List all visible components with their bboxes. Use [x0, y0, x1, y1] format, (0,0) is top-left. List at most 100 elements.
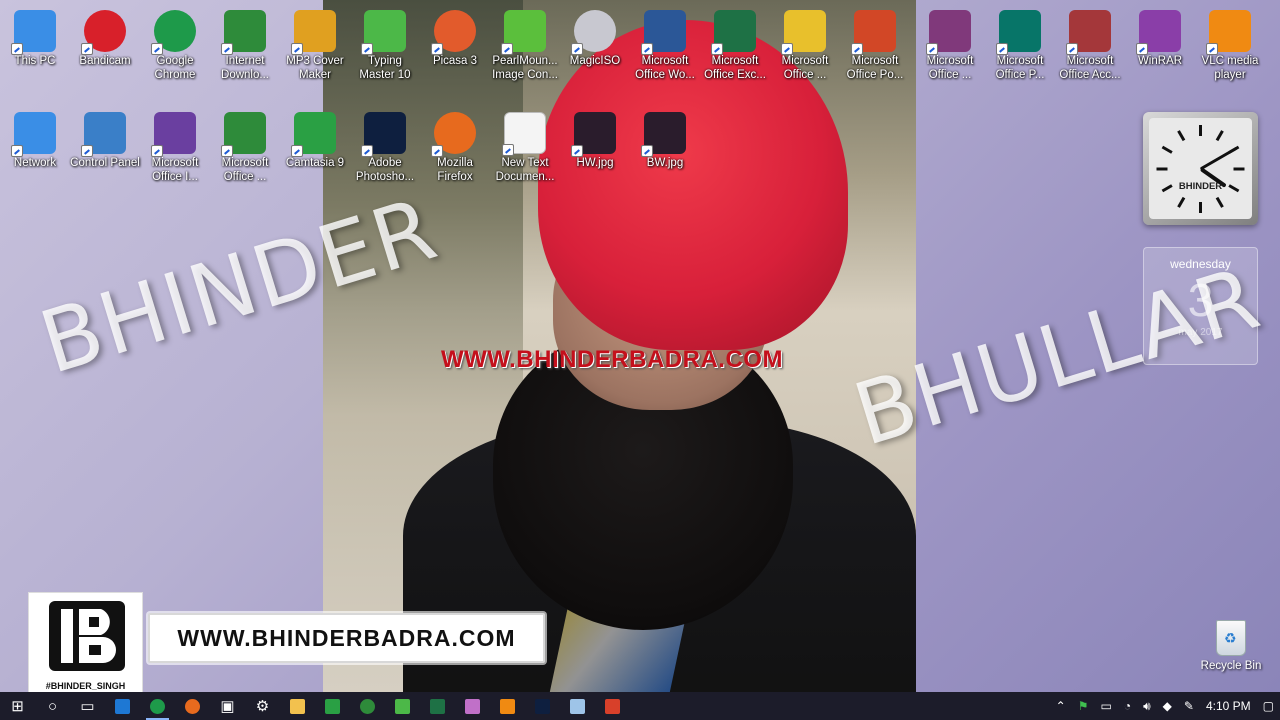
task-view-button[interactable]: ▭ — [70, 692, 105, 720]
typing-master-icon — [361, 10, 406, 55]
desktop-icon[interactable]: Google Chrome — [140, 2, 210, 82]
edge-button[interactable] — [105, 692, 140, 720]
desktop-icon[interactable]: MP3 Cover Maker — [280, 2, 350, 82]
clock-tick — [1215, 196, 1224, 208]
camtasia-recorder-button[interactable] — [595, 692, 630, 720]
desktop-icon[interactable]: WinRAR — [1125, 2, 1195, 68]
shortcut-arrow-icon — [641, 145, 653, 157]
desktop-icon-label: MagicISO — [569, 55, 621, 67]
desktop-icon[interactable]: PearlMoun... Image Con... — [490, 2, 560, 82]
chevron-up-icon[interactable]: ⌃ — [1056, 699, 1066, 713]
camtasia-button[interactable] — [315, 692, 350, 720]
desktop-icon[interactable]: Microsoft Office P... — [985, 2, 1055, 82]
clock-tick — [1215, 129, 1224, 141]
desktop-icon[interactable]: Bandicam — [70, 2, 140, 68]
clock-gadget[interactable]: BHINDER — [1143, 112, 1258, 225]
pen-icon[interactable]: ✎ — [1184, 699, 1194, 713]
calendar-day-of-week: wednesday — [1170, 257, 1231, 271]
desktop-icon-label: Picasa 3 — [432, 55, 478, 67]
shield-icon[interactable]: ◆ — [1163, 699, 1172, 713]
desktop-icon[interactable]: Network — [0, 104, 70, 170]
volume-icon[interactable]: 🔊︎ — [1143, 699, 1151, 714]
desktop-icon-label: Network — [13, 157, 57, 169]
firefox-button[interactable] — [175, 692, 210, 720]
access-icon — [1066, 10, 1111, 55]
desktop-icon[interactable]: Microsoft Office ... — [915, 2, 985, 82]
desktop-icon[interactable]: MagicISO — [560, 2, 630, 68]
desktop-icon-label: Microsoft Office ... — [781, 55, 829, 81]
desktop-icon[interactable]: Control Panel — [70, 104, 140, 170]
idm-button[interactable] — [350, 692, 385, 720]
desktop-icon[interactable]: Microsoft Office Exc... — [700, 2, 770, 82]
desktop-icon-label: Microsoft Office Acc... — [1059, 55, 1121, 81]
chrome-button[interactable] — [140, 692, 175, 720]
desktop-icon-label: VLC media player — [1201, 55, 1259, 81]
typing-master-button[interactable] — [385, 692, 420, 720]
desktop-icon[interactable]: Microsoft Office Wo... — [630, 2, 700, 82]
desktop-icon[interactable]: Microsoft Office Po... — [840, 2, 910, 82]
paint-button[interactable] — [455, 692, 490, 720]
start-button[interactable]: ⊞ — [0, 692, 35, 720]
photoshop-button[interactable] — [525, 692, 560, 720]
desktop-icon[interactable]: New Text Documen... — [490, 104, 560, 184]
shortcut-arrow-icon — [1206, 43, 1218, 55]
desktop-icon[interactable]: Picasa 3 — [420, 2, 490, 68]
cortana-button[interactable]: ○ — [35, 692, 70, 720]
desktop-icon[interactable]: Mozilla Firefox — [420, 104, 490, 184]
chrome-icon — [150, 698, 165, 714]
firefox-icon — [431, 112, 476, 157]
shortcut-arrow-icon — [221, 145, 233, 157]
desktop-icon[interactable]: Camtasia 9 — [280, 104, 350, 170]
notepad-button[interactable] — [560, 692, 595, 720]
desktop-icon[interactable]: Adobe Photosho... — [350, 104, 420, 184]
calendar-gadget[interactable]: wednesday 3 may 2017 — [1143, 247, 1258, 365]
clock-time[interactable]: 4:10 PM — [1206, 699, 1251, 713]
notification-icon[interactable]: ▢ — [1263, 699, 1274, 713]
settings-button[interactable]: ⚙ — [245, 692, 280, 720]
desktop-icon[interactable]: HW.jpg — [560, 104, 630, 170]
image-file-icon — [641, 112, 686, 157]
shortcut-arrow-icon — [81, 43, 93, 55]
chrome-icon — [151, 10, 196, 55]
clock-tick — [1199, 124, 1202, 136]
vlc-button[interactable] — [490, 692, 525, 720]
recycle-bin[interactable]: Recycle Bin — [1198, 620, 1264, 672]
file-explorer-button[interactable] — [280, 692, 315, 720]
excel-icon — [430, 698, 445, 714]
onenote-icon — [926, 10, 971, 55]
shortcut-arrow-icon — [291, 145, 303, 157]
clock-tick — [1177, 196, 1186, 208]
edge-icon — [115, 698, 130, 714]
search-circle-icon: ○ — [47, 697, 58, 715]
paint-icon — [465, 698, 480, 714]
music-note-icon — [291, 10, 336, 55]
clock-tick — [1177, 129, 1186, 141]
network-globe-icon — [11, 112, 56, 157]
flag-icon[interactable]: ⚑ — [1078, 699, 1089, 713]
gear-icon: ⚙ — [255, 698, 270, 715]
desktop-icon[interactable]: Typing Master 10 — [350, 2, 420, 82]
desktop-icon-label: Mozilla Firefox — [437, 157, 473, 183]
shortcut-arrow-icon — [1066, 43, 1078, 55]
desktop-icon-label: Microsoft Office Exc... — [704, 55, 766, 81]
desktop-icon[interactable]: Microsoft Office ... — [210, 104, 280, 184]
desktop-icon[interactable]: Microsoft Office ... — [770, 2, 840, 82]
desktop-icon[interactable]: VLC media player — [1195, 2, 1265, 82]
store-button[interactable]: ▣ — [210, 692, 245, 720]
shortcut-arrow-icon — [81, 145, 93, 157]
desktop-icon[interactable]: Microsoft Office Acc... — [1055, 2, 1125, 82]
desktop-icon[interactable]: This PC — [0, 2, 70, 68]
desktop-icon-label: HW.jpg — [576, 157, 614, 169]
system-tray: ⌃ ⚑ ▭ ◔ 🔊︎ ◆ ✎ 4:10 PM ▢ — [1050, 692, 1280, 720]
desktop-icon[interactable]: Internet Downlo... — [210, 2, 280, 82]
folder-icon — [290, 698, 305, 714]
camtasia-icon — [291, 112, 336, 157]
text-document-icon — [502, 112, 546, 156]
wifi-icon[interactable]: ◔ — [1124, 699, 1131, 713]
desktop-icon-label: Google Chrome — [154, 55, 196, 81]
desktop-icon[interactable]: BW.jpg — [630, 104, 700, 170]
desktop-icon[interactable]: Microsoft Office I... — [140, 104, 210, 184]
brand-handle: #BHINDER_SINGH — [45, 681, 126, 691]
battery-icon[interactable]: ▭ — [1101, 699, 1112, 713]
excel-button[interactable] — [420, 692, 455, 720]
